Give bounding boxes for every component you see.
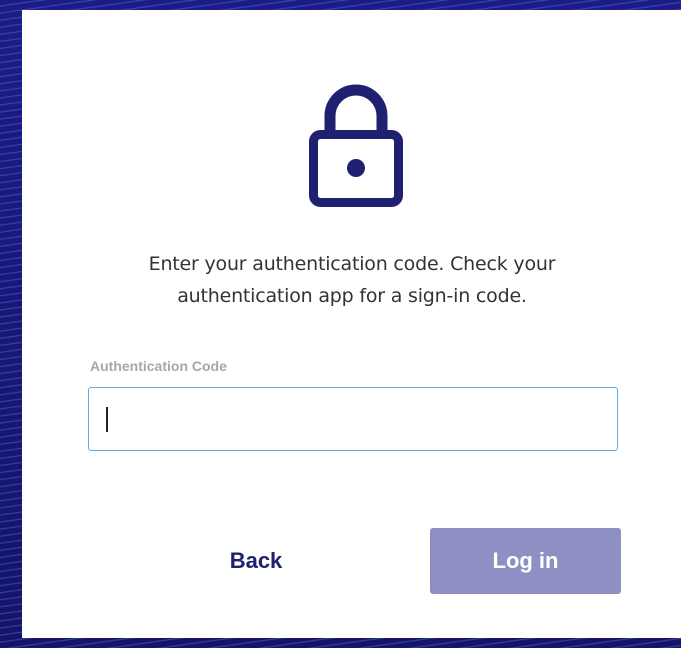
authentication-code-input[interactable]	[88, 387, 618, 451]
log-in-button[interactable]: Log in	[430, 528, 621, 594]
authentication-dialog: Enter your authentication code. Check yo…	[22, 10, 681, 638]
lock-icon	[309, 84, 403, 207]
text-cursor	[106, 407, 108, 432]
instruction-line-1: Enter your authentication code. Check yo…	[148, 253, 556, 275]
authentication-code-label: Authentication Code	[90, 358, 227, 374]
back-button[interactable]: Back	[200, 529, 312, 593]
instruction-text: Enter your authentication code. Check yo…	[82, 248, 622, 312]
instruction-line-2: authentication app for a sign-in code.	[177, 285, 527, 307]
